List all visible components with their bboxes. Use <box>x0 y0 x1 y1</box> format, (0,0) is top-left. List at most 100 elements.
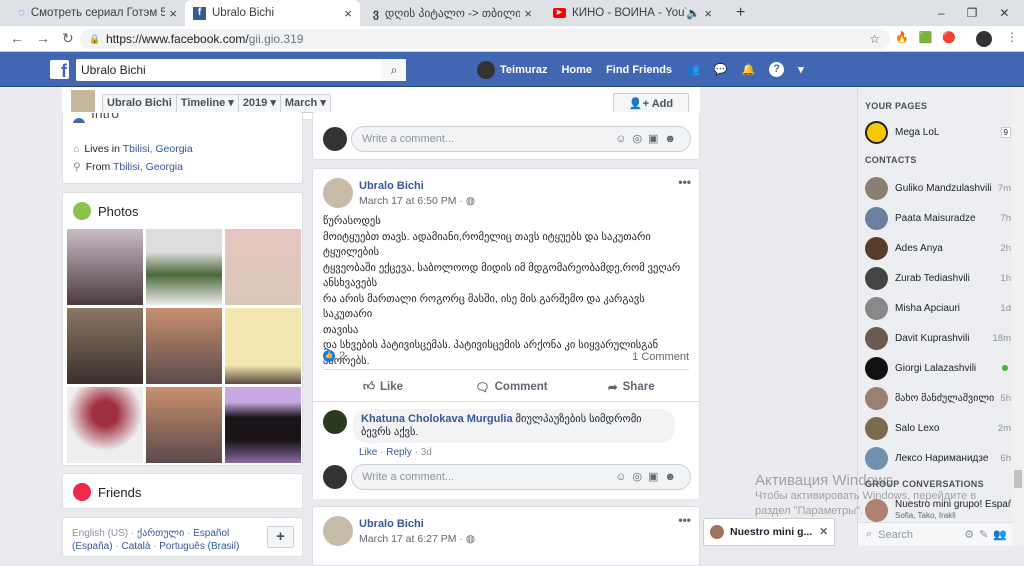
notifications-icon[interactable]: 🔔 <box>741 63 755 76</box>
extension-icons[interactable]: 🔥🟩🔴 <box>895 31 966 44</box>
your-pages-heading: YOUR PAGES <box>865 101 928 111</box>
comment-reply-link[interactable]: Reply <box>386 447 412 458</box>
contact-item[interactable]: Misha Apciauri 1d <box>865 296 1011 320</box>
chat-tab[interactable]: Nuestro mini g... ✕ <box>703 518 835 546</box>
year-dropdown[interactable]: 2019 ▾ <box>239 95 281 112</box>
post-timestamp[interactable]: March 17 at 6:50 PM · <box>359 195 463 207</box>
photo-thumbnail[interactable] <box>67 308 143 384</box>
messenger-icon[interactable]: 💬 <box>714 63 728 76</box>
close-tab-icon[interactable]: × <box>524 6 532 21</box>
photo-thumbnail[interactable] <box>225 387 301 463</box>
group-conversations-heading: GROUP CONVERSATIONS <box>865 479 984 489</box>
chat-search-input[interactable]: ⌕ Search ⚙✎👥 <box>858 522 1012 546</box>
close-tab-icon[interactable]: × <box>344 6 352 21</box>
photo-thumbnail[interactable] <box>225 308 301 384</box>
bookmark-star-icon[interactable]: ☆ <box>869 29 880 49</box>
address-bar-row: ←→↻ 🔒 https://www.facebook.com/gii.gio.31… <box>0 26 1024 52</box>
friends-header[interactable]: Friends <box>73 483 141 501</box>
contact-avatar <box>865 416 888 440</box>
contact-item[interactable]: Guliko Mandzulashvili 7m <box>865 176 1011 200</box>
post-author-link[interactable]: Ubralo Bichi <box>359 518 424 530</box>
contact-item[interactable]: Giorgi Lalazashvili <box>865 356 1011 380</box>
commenter-name-link[interactable]: Khatuna Cholokava Murgulia <box>361 413 513 425</box>
audio-icon: 🔈 <box>686 8 701 20</box>
browser-tab[interactable]: ვდღის პიტალო -> თბილისის× <box>365 0 540 26</box>
group-conversation-item[interactable]: Nuestro mini grupo! Español Sofia, Tako, … <box>865 496 1011 524</box>
url-input[interactable]: 🔒 https://www.facebook.com/gii.gio.319 ☆ <box>80 29 890 49</box>
author-avatar[interactable] <box>323 516 353 546</box>
page-scrollbar[interactable] <box>1012 87 1024 546</box>
facebook-icon: f <box>193 6 206 20</box>
photo-thumbnail[interactable] <box>146 229 222 305</box>
profile-name-link[interactable]: Ubralo Bichi <box>103 95 177 112</box>
account-menu-icon[interactable]: ▾ <box>798 63 804 76</box>
contact-avatar <box>865 386 888 410</box>
contact-item[interactable]: Zurab Tediashvili 1h <box>865 266 1011 290</box>
contact-item[interactable]: მახო მანძულაშვილი 5h <box>865 386 1011 410</box>
browser-tab[interactable]: ◌Смотреть сериал Готэм 5 сезон× <box>10 0 185 26</box>
window-controls[interactable]: –❐✕ <box>930 0 1024 26</box>
post-timestamp[interactable]: March 17 at 6:27 PM · <box>359 533 463 545</box>
photos-header[interactable]: Photos <box>73 202 138 220</box>
home-link[interactable]: Home <box>561 64 592 76</box>
from-link[interactable]: Tbilisi, Georgia <box>113 161 183 173</box>
photo-thumbnail[interactable] <box>67 387 143 463</box>
contact-item[interactable]: Ades Anya 2h <box>865 236 1011 260</box>
menu-icon[interactable]: ⋮ <box>1006 30 1018 44</box>
search-input[interactable]: Ubralo Bichi ⌕ <box>76 59 406 81</box>
post-options-icon[interactable]: ••• <box>678 513 691 527</box>
contact-item[interactable]: Davit Kuprashvili 18m <box>865 326 1011 350</box>
comment-tools-icons[interactable]: ☺◎▣☻ <box>615 465 682 489</box>
comment-input[interactable]: Write a comment... ☺◎▣☻ <box>351 126 691 152</box>
contact-item[interactable]: Лексо Нариманидзе 6h <box>865 446 1011 470</box>
like-button[interactable]: 👍︎ Like <box>363 380 403 394</box>
language-link[interactable]: ქართული <box>137 528 184 539</box>
reaction-count[interactable]: 👍 2 <box>323 350 345 362</box>
profile-avatar[interactable] <box>976 31 992 47</box>
contact-item[interactable]: Paata Maisuradze 7h <box>865 206 1011 230</box>
month-dropdown[interactable]: March ▾ <box>281 95 330 112</box>
page-item[interactable]: Mega LoL 9 <box>865 120 1011 144</box>
close-tab-icon[interactable]: × <box>704 6 712 21</box>
add-language-button[interactable]: + <box>267 526 294 548</box>
timeline-dropdown[interactable]: Timeline ▾ <box>177 95 239 112</box>
help-icon[interactable]: ? <box>769 62 785 77</box>
contacts-heading: CONTACTS <box>865 155 917 165</box>
post-options-icon[interactable]: ••• <box>678 175 691 189</box>
comment-like-link[interactable]: Like <box>359 447 377 458</box>
commenter-avatar[interactable] <box>323 410 347 434</box>
post-card: Ubralo Bichi March 17 at 6:27 PM · ◍ ••• <box>312 506 700 566</box>
comment-tools-icons[interactable]: ☺◎▣☻ <box>615 127 682 151</box>
photo-thumbnail[interactable] <box>67 229 143 305</box>
close-tab-icon[interactable]: × <box>169 6 177 21</box>
search-icon[interactable]: ⌕ <box>382 59 406 81</box>
photo-thumbnail[interactable] <box>146 308 222 384</box>
comment-button[interactable]: 🗨︎ Comment <box>475 380 548 394</box>
language-link[interactable]: Português (Brasil) <box>159 541 239 552</box>
photo-thumbnail[interactable] <box>225 229 301 305</box>
author-avatar[interactable] <box>323 178 353 208</box>
comment-age[interactable]: 3d <box>421 447 432 458</box>
post-author-link[interactable]: Ubralo Bichi <box>359 180 424 192</box>
language-link[interactable]: Català <box>121 541 150 552</box>
photo-thumbnail[interactable] <box>146 387 222 463</box>
browser-tab-active[interactable]: f Ubralo Bichi × <box>185 0 360 26</box>
last-active-time: 1h <box>1000 272 1011 284</box>
user-profile-link[interactable]: Teimuraz <box>477 60 547 79</box>
friends-icon <box>73 483 91 501</box>
friend-requests-icon[interactable]: 👥 <box>686 63 700 76</box>
lives-in-link[interactable]: Tbilisi, Georgia <box>123 143 193 155</box>
comment-count-link[interactable]: 1 Comment <box>632 351 689 363</box>
previous-post-comment-area: Write a comment... ☺◎▣☻ <box>312 112 700 160</box>
nav-buttons-icon[interactable]: ←→↻ <box>10 30 86 47</box>
share-button[interactable]: ➦ Share <box>608 380 655 394</box>
find-friends-link[interactable]: Find Friends <box>606 64 672 76</box>
browser-tab[interactable]: ▶КИНО - ВОЙНА - YouTube🔈× <box>545 0 720 26</box>
chat-settings-icons[interactable]: ⚙✎👥 <box>964 528 1012 541</box>
avatar <box>323 127 347 151</box>
contact-item[interactable]: Salo Lexo 2m <box>865 416 1011 440</box>
facebook-logo[interactable]: f <box>50 60 69 81</box>
close-icon[interactable]: ✕ <box>819 526 828 538</box>
comment-input[interactable]: Write a comment... ☺◎▣☻ <box>351 464 691 490</box>
new-tab-button[interactable]: + <box>728 0 753 26</box>
